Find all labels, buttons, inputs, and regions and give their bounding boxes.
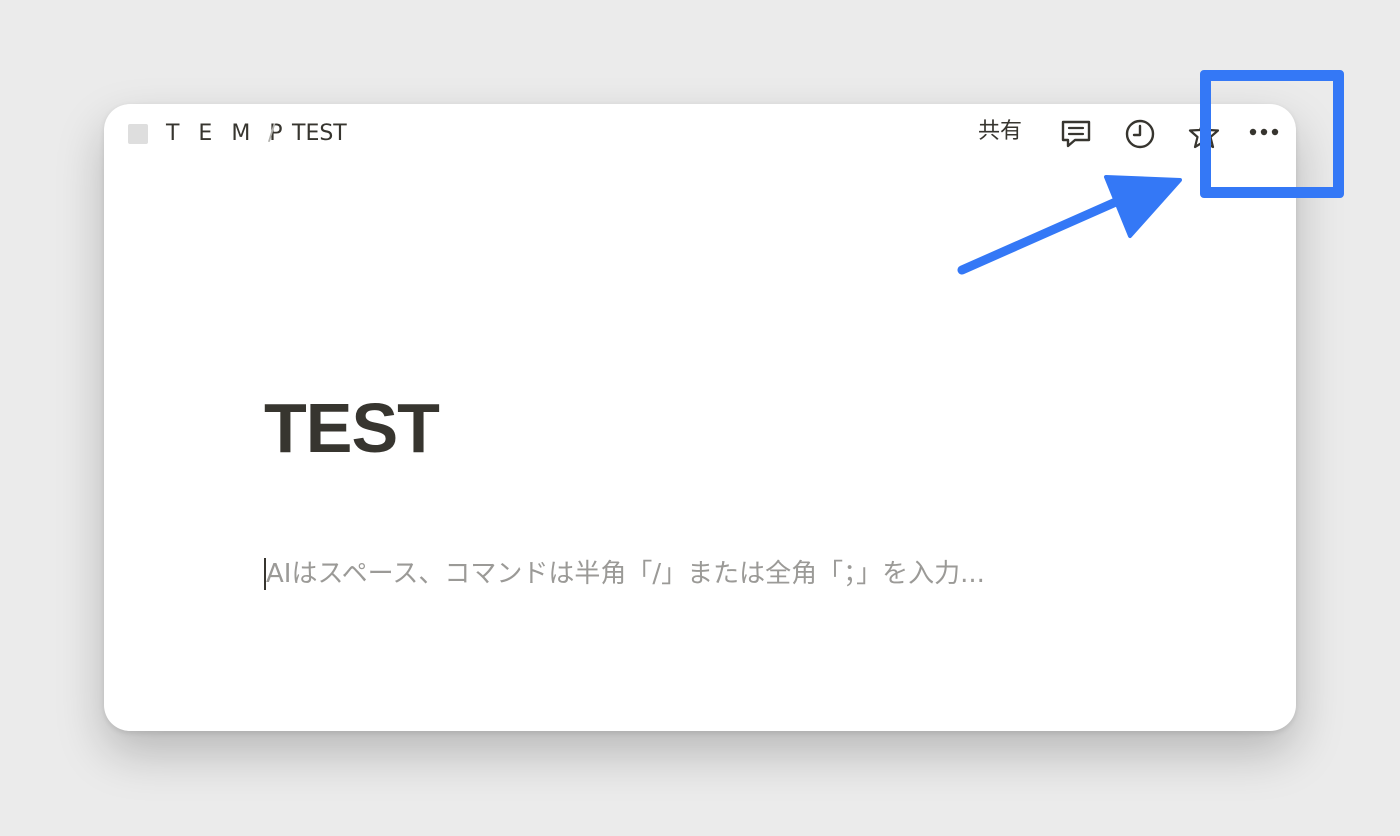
page-icon[interactable] <box>128 124 148 144</box>
annotation-highlight-box <box>1200 70 1344 198</box>
page-title[interactable]: TEST <box>264 386 440 470</box>
updates-button[interactable] <box>1122 116 1158 152</box>
breadcrumb-current[interactable]: TEST <box>292 120 347 148</box>
comment-button[interactable] <box>1058 116 1094 152</box>
editor-block[interactable]: AIはスペース、コマンドは半角「/」または全角「；」を入力... <box>264 554 1164 594</box>
editor-placeholder: AIはスペース、コマンドは半角「/」または全角「；」を入力... <box>266 559 985 589</box>
clock-icon <box>1125 119 1155 149</box>
top-bar: T E M P / TEST 共有 <box>104 104 1296 164</box>
share-button[interactable]: 共有 <box>978 118 1022 146</box>
breadcrumb-separator: / <box>268 121 276 146</box>
comment-icon <box>1061 120 1091 148</box>
page-window: T E M P / TEST 共有 TEST AIはスペース、コマンドは半角「/… <box>104 104 1296 731</box>
